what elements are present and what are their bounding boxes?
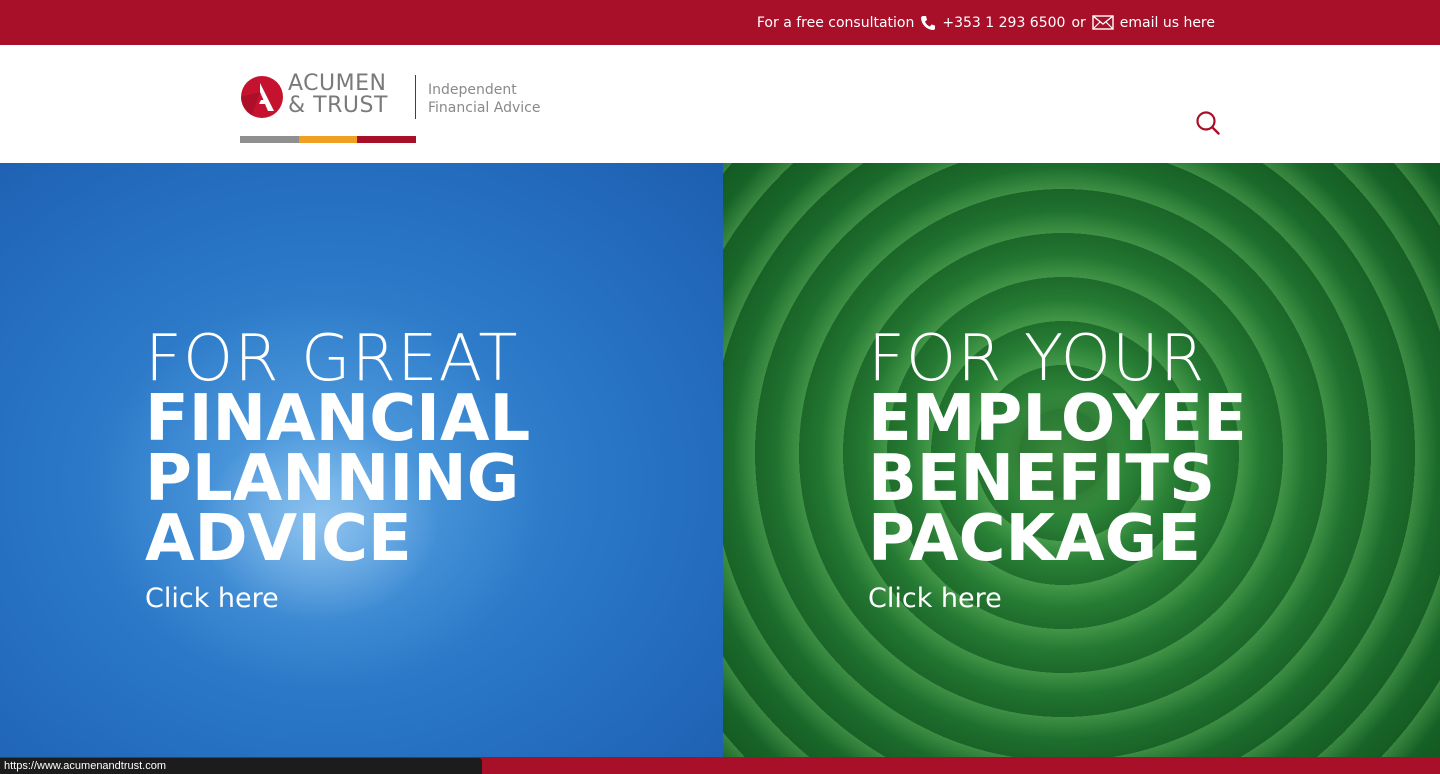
panel-light-heading: FOR GREAT	[145, 322, 519, 396]
logo-name-line1: ACUMEN	[288, 71, 387, 96]
panel-bold-line: PACKAGE	[868, 502, 1201, 576]
click-here-link[interactable]: Click here	[145, 583, 279, 614]
logo-mark-icon	[241, 76, 283, 118]
panel-light-heading: FOR YOUR	[868, 322, 1206, 396]
site-logo[interactable]: ACUMEN & TRUST Independent Financial Adv…	[240, 73, 560, 145]
search-icon[interactable]	[1194, 109, 1222, 137]
financial-planning-panel[interactable]: FOR GREAT FINANCIAL PLANNING ADVICE Clic…	[0, 163, 723, 757]
employee-benefits-panel[interactable]: FOR YOUR EMPLOYEE BENEFITS PACKAGE Click…	[723, 163, 1440, 757]
contact-info: For a free consultation +353 1 293 6500 …	[757, 0, 1215, 45]
panel-heading: FOR GREAT FINANCIAL PLANNING ADVICE Clic…	[145, 322, 531, 614]
panel-bold-line: ADVICE	[145, 502, 412, 576]
click-here-link[interactable]: Click here	[868, 583, 1002, 614]
or-text: or	[1071, 14, 1086, 31]
browser-status-url: https://www.acumenandtrust.com	[0, 758, 482, 774]
logo-name-line2: & TRUST	[288, 93, 388, 118]
site-header: ACUMEN & TRUST Independent Financial Adv…	[0, 45, 1440, 163]
panel-bold-line: EMPLOYEE	[868, 382, 1247, 456]
envelope-icon[interactable]	[1092, 15, 1114, 30]
logo-tagline: Independent Financial Advice	[428, 81, 540, 117]
logo-stripe-grey	[240, 136, 299, 143]
phone-icon	[920, 15, 936, 31]
logo-tagline-line1: Independent	[428, 82, 517, 98]
top-contact-bar: For a free consultation +353 1 293 6500 …	[0, 0, 1440, 45]
panel-heading: FOR YOUR EMPLOYEE BENEFITS PACKAGE Click…	[868, 322, 1247, 614]
logo-color-stripe	[240, 136, 416, 143]
logo-tagline-line2: Financial Advice	[428, 100, 541, 116]
email-link[interactable]: email us here	[1120, 15, 1215, 31]
panel-bold-line: BENEFITS	[868, 442, 1216, 516]
phone-link[interactable]: +353 1 293 6500	[942, 15, 1065, 31]
consultation-text: For a free consultation	[756, 14, 915, 31]
panel-bold-line: PLANNING	[145, 442, 520, 516]
panel-bold-line: FINANCIAL	[145, 382, 531, 456]
logo-stripe-red	[357, 136, 416, 143]
logo-divider	[415, 75, 416, 119]
logo-stripe-orange	[299, 136, 357, 143]
logo-wordmark: ACUMEN & TRUST	[288, 73, 388, 117]
